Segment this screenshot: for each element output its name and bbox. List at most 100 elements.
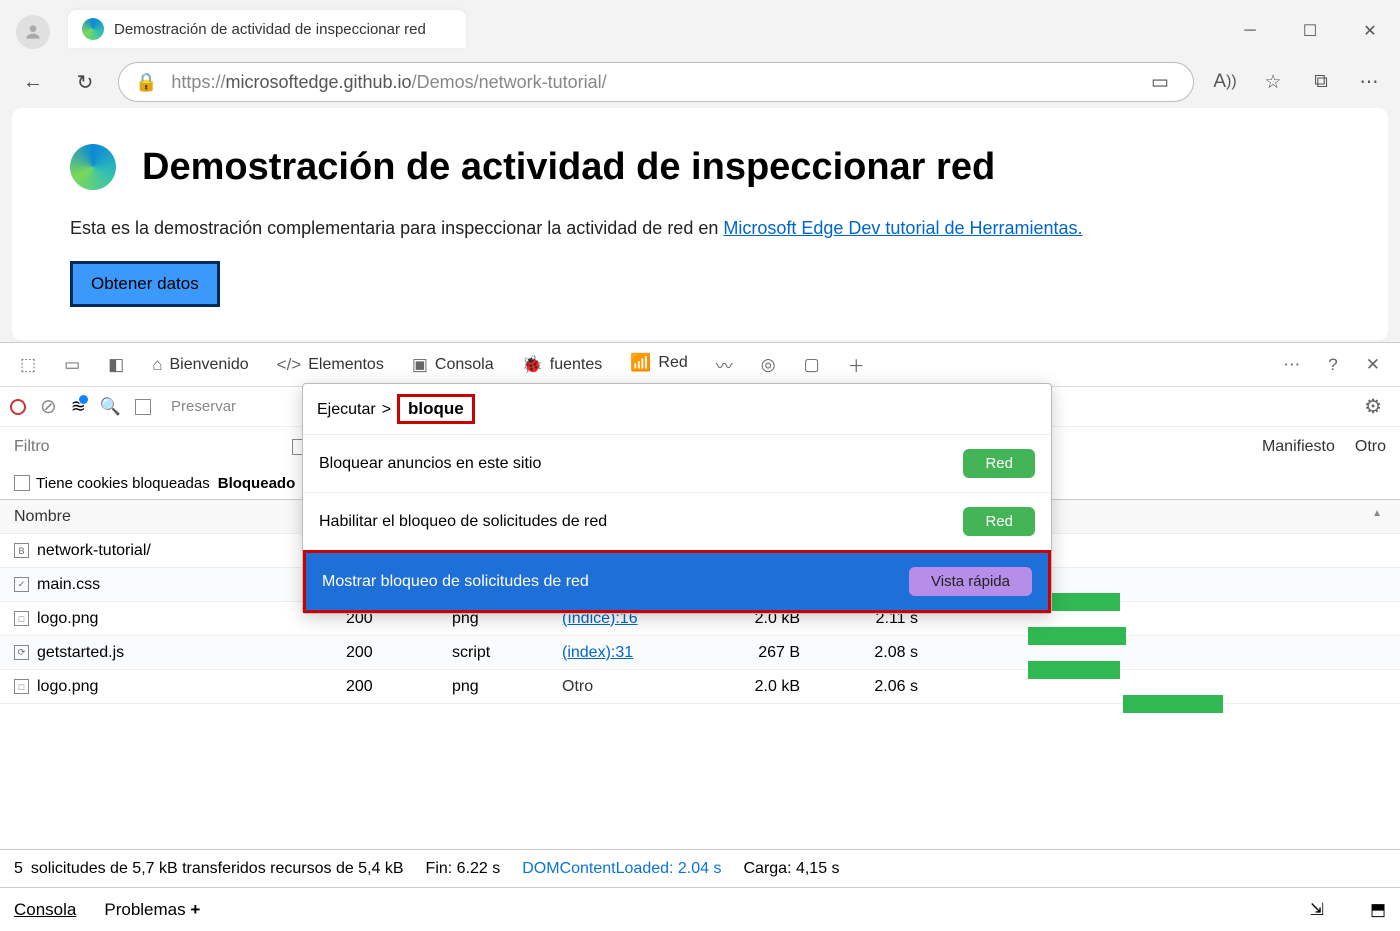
cell-size: 2.0 kB xyxy=(706,678,824,696)
url-input[interactable]: 🔒 https://microsoftedge.github.io/Demos/… xyxy=(118,62,1194,102)
profile-avatar[interactable] xyxy=(16,15,50,49)
command-pill: Red xyxy=(963,449,1035,478)
url-protocol: https:// xyxy=(171,72,225,92)
command-item[interactable]: Habilitar el bloqueo de solicitudes de r… xyxy=(303,492,1051,550)
drawer-console[interactable]: Consola xyxy=(14,900,76,920)
drawer: Consola Problemas + ⇲ ⬒ xyxy=(0,887,1400,931)
close-button[interactable]: ✕ xyxy=(1340,10,1400,52)
get-data-button[interactable]: Obtener datos xyxy=(70,261,220,307)
drawer-expand-icon[interactable]: ⬒ xyxy=(1370,900,1386,920)
load-time: Carga: 4,15 s xyxy=(743,860,839,878)
tab-performance[interactable]: 〰 xyxy=(702,343,747,387)
preserve-log-checkbox[interactable] xyxy=(135,399,151,415)
tab-welcome[interactable]: ⌂Bienvenido xyxy=(138,343,262,387)
command-input-row: Ejecutar > bloque xyxy=(303,384,1051,434)
devtools-tabs: ⬚ ▭ ◧ ⌂Bienvenido </>Elementos ▣Consola … xyxy=(0,343,1400,387)
device-emulation-icon[interactable]: ▭ xyxy=(50,343,94,387)
preserve-log-label: Preservar xyxy=(171,398,236,415)
favorite-icon[interactable]: ☆ xyxy=(1256,65,1290,99)
address-bar: ← ↻ 🔒 https://microsoftedge.github.io/De… xyxy=(0,56,1400,108)
file-name: logo.png xyxy=(37,678,98,696)
menu-icon[interactable]: ⋯ xyxy=(1352,65,1386,99)
command-item[interactable]: Mostrar bloqueo de solicitudes de red Vis… xyxy=(303,550,1051,613)
filter-input[interactable] xyxy=(14,438,72,456)
command-pill: Red xyxy=(963,507,1035,536)
page-heading: Demostración de actividad de inspecciona… xyxy=(142,146,995,189)
devtools-help-icon[interactable]: ? xyxy=(1314,343,1351,387)
devtools-menu-icon[interactable]: ⋯ xyxy=(1269,343,1314,387)
cell-initiator[interactable]: (index):31 xyxy=(562,644,706,662)
cell-initiator[interactable]: Otro xyxy=(562,678,706,696)
cell-status: 200 xyxy=(346,644,452,662)
finish-time: Fin: 6.22 s xyxy=(426,860,501,878)
filter-toggle-icon[interactable]: ≋ xyxy=(71,396,86,417)
filter-manifest[interactable]: Manifiesto xyxy=(1262,438,1335,456)
filter-other[interactable]: Otro xyxy=(1355,438,1386,456)
settings-gear-icon[interactable]: ⚙ xyxy=(1364,394,1382,419)
command-pill: Vista rápida xyxy=(909,567,1032,596)
tab-elements[interactable]: </>Elementos xyxy=(263,343,398,387)
edge-icon xyxy=(70,144,116,190)
domcontentloaded-time: DOMContentLoaded: 2.04 s xyxy=(522,860,721,878)
file-icon: ⟳ xyxy=(14,645,29,660)
file-name: getstarted.js xyxy=(37,644,124,662)
devtools-close-icon[interactable]: ✕ xyxy=(1352,343,1394,387)
clear-button[interactable]: ⊘ xyxy=(40,394,57,419)
tab-title: Demostración de actividad de inspecciona… xyxy=(114,21,426,38)
status-bar: 5 solicitudes de 5,7 kB transferidos rec… xyxy=(0,849,1400,887)
file-name: main.css xyxy=(37,576,100,594)
cell-type: png xyxy=(452,678,562,696)
site-info-icon[interactable]: 🔒 xyxy=(135,72,157,93)
command-label: Mostrar bloqueo de solicitudes de red xyxy=(322,573,589,591)
file-icon: B xyxy=(14,543,29,558)
tab-application[interactable]: ▢ xyxy=(790,343,834,387)
url-host: microsoftedge.github.io xyxy=(225,72,411,92)
file-name: network-tutorial/ xyxy=(37,542,151,560)
table-row[interactable]: ⟳ getstarted.js 200script(index):31267 B2.… xyxy=(0,636,1400,670)
page-content: Demostración de actividad de inspecciona… xyxy=(12,108,1388,340)
file-icon: ✓ xyxy=(14,577,29,592)
file-icon: □ xyxy=(14,679,29,694)
drawer-dock-icon[interactable]: ⇲ xyxy=(1310,900,1324,920)
file-name: logo.png xyxy=(37,610,98,628)
app-available-icon[interactable]: ▭ xyxy=(1143,65,1177,99)
url-path: /Demos/network-tutorial/ xyxy=(412,72,607,92)
search-icon[interactable]: 🔍 xyxy=(100,397,121,417)
dock-side-icon[interactable]: ◧ xyxy=(94,343,138,387)
cookies-blocked-checkbox[interactable] xyxy=(14,475,30,491)
request-count: 5 xyxy=(14,860,23,878)
tab-sources[interactable]: 🐞fuentes xyxy=(508,343,617,387)
cell-size: 267 B xyxy=(706,644,824,662)
cell-time: 2.06 s xyxy=(824,678,938,696)
drawer-problems[interactable]: Problemas + xyxy=(104,900,200,920)
transfer-summary: solicitudes de 5,7 kB transferidos recur… xyxy=(31,860,404,878)
file-icon: □ xyxy=(14,611,29,626)
cell-time: 2.08 s xyxy=(824,644,938,662)
command-label: Bloquear anuncios en este sitio xyxy=(319,455,541,473)
inspect-element-icon[interactable]: ⬚ xyxy=(6,343,50,387)
command-input[interactable]: bloque xyxy=(397,394,475,424)
run-label: Ejecutar xyxy=(317,401,376,419)
window-titlebar: Demostración de actividad de inspecciona… xyxy=(0,0,1400,56)
tab-more[interactable]: ＋ xyxy=(834,343,879,387)
record-button[interactable] xyxy=(10,399,26,415)
tab-console[interactable]: ▣Consola xyxy=(398,343,508,387)
col-name[interactable]: Nombre xyxy=(0,508,346,526)
window-controls: ─ ☐ ✕ xyxy=(1220,10,1400,52)
cell-type: script xyxy=(452,644,562,662)
back-button[interactable]: ← xyxy=(14,63,52,101)
refresh-button[interactable]: ↻ xyxy=(66,63,104,101)
collections-icon[interactable]: ⧉ xyxy=(1304,65,1338,99)
tutorial-link[interactable]: Microsoft Edge Dev tutorial de Herramien… xyxy=(723,218,1082,238)
edge-icon xyxy=(82,18,104,40)
maximize-button[interactable]: ☐ xyxy=(1280,10,1340,52)
cell-status: 200 xyxy=(346,678,452,696)
read-aloud-icon[interactable]: A)) xyxy=(1208,65,1242,99)
minimize-button[interactable]: ─ xyxy=(1220,10,1280,52)
tab-network[interactable]: 📶Red xyxy=(616,343,702,387)
page-intro: Esta es la demostración complementaria p… xyxy=(70,218,1330,239)
browser-tab[interactable]: Demostración de actividad de inspecciona… xyxy=(68,10,466,48)
command-item[interactable]: Bloquear anuncios en este sitio Red xyxy=(303,434,1051,492)
table-row[interactable]: □ logo.png 200pngOtro2.0 kB2.06 s xyxy=(0,670,1400,704)
tab-memory[interactable]: ◎ xyxy=(747,343,790,387)
